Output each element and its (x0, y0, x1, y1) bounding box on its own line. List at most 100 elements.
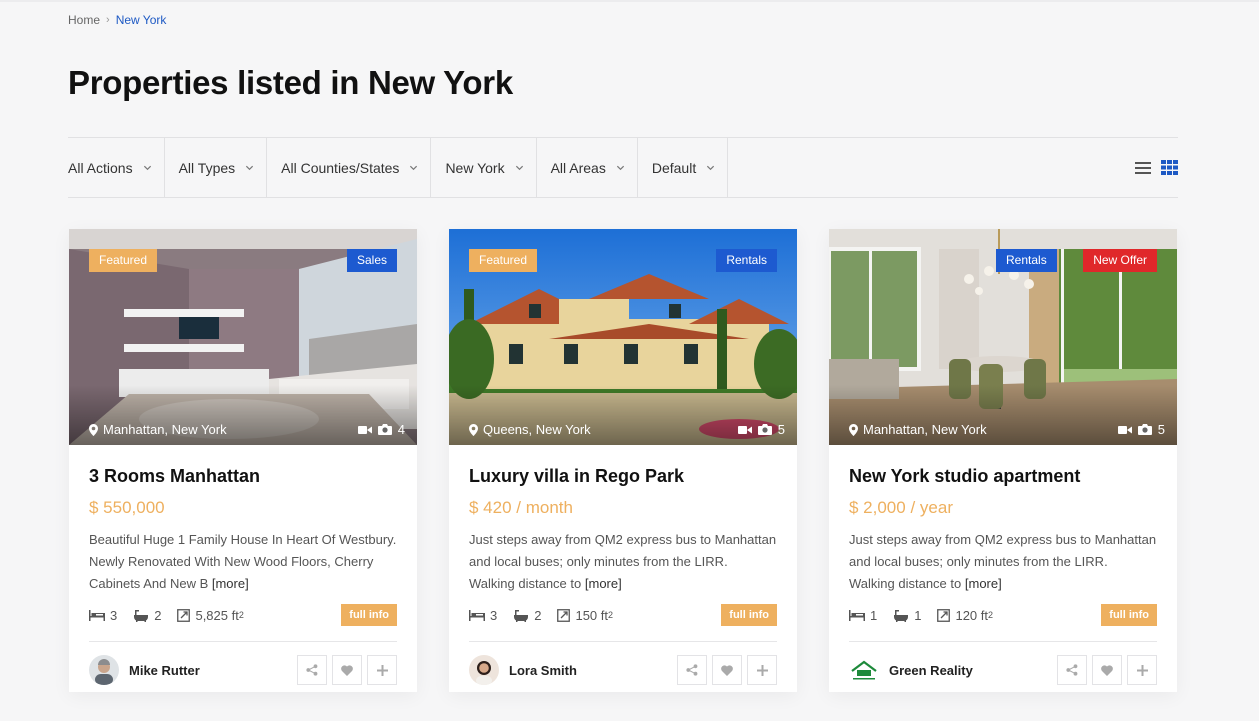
top-border (0, 0, 1259, 2)
bed-icon (849, 609, 865, 621)
breadcrumb-home[interactable]: Home (68, 13, 100, 27)
filter-label: Default (651, 159, 697, 176)
area-icon (937, 608, 951, 622)
chevron-down-icon (410, 165, 418, 171)
filter-sort[interactable]: Default (638, 138, 729, 197)
filter-label: New York (445, 159, 505, 176)
property-title[interactable]: New York studio apartment (849, 466, 1157, 487)
video-icon (357, 425, 372, 434)
share-button[interactable] (297, 655, 327, 685)
baths-count: 2 (534, 607, 542, 623)
media-count[interactable]: 5 (737, 422, 785, 437)
property-photo[interactable]: Featured Rentals Queens, New York 5 (449, 229, 797, 445)
baths-count: 1 (914, 607, 922, 623)
compare-button[interactable] (1127, 655, 1157, 685)
area-stat: 5,825 ft 2 (177, 607, 244, 623)
location[interactable]: Manhattan, New York (849, 422, 987, 437)
location[interactable]: Manhattan, New York (89, 422, 227, 437)
compare-button[interactable] (367, 655, 397, 685)
filter-types[interactable]: All Types (165, 138, 268, 197)
card-actions (677, 655, 777, 685)
map-pin-icon (89, 423, 98, 436)
share-icon (686, 664, 698, 676)
full-info-button[interactable]: full info (721, 604, 777, 626)
more-link[interactable]: [more] (965, 576, 1002, 591)
list-view-icon[interactable] (1134, 159, 1152, 177)
beds-count: 1 (870, 607, 878, 623)
media-count[interactable]: 4 (357, 422, 405, 437)
filter-label: All Actions (68, 159, 133, 176)
property-photo[interactable]: Featured Sales Manhattan, New York 4 (69, 229, 417, 445)
property-stats: 1 1 120 ft 2 full info (849, 602, 1157, 628)
agent-name[interactable]: Lora Smith (509, 663, 577, 678)
map-pin-icon (849, 423, 858, 436)
property-card: Featured Rentals Queens, New York 5 Luxu… (449, 229, 797, 692)
page-title: Properties listed in New York (68, 64, 513, 101)
area-value: 5,825 ft (195, 607, 239, 623)
featured-badge: Featured (469, 249, 538, 272)
grid-view-icon[interactable] (1160, 159, 1178, 177)
location[interactable]: Queens, New York (469, 422, 591, 437)
bed-icon (469, 609, 485, 621)
compare-button[interactable] (747, 655, 777, 685)
agency-logo[interactable] (849, 655, 879, 685)
property-title[interactable]: 3 Rooms Manhattan (89, 466, 397, 487)
avatar[interactable] (89, 655, 119, 685)
plus-icon (376, 664, 388, 676)
filter-bar: All Actions All Types All Counties/State… (68, 137, 1178, 198)
avatar[interactable] (469, 655, 499, 685)
property-card: Rentals New Offer Manhattan, New York 5 … (829, 229, 1177, 692)
filter-city[interactable]: New York (431, 138, 537, 197)
baths-stat: 2 (513, 608, 541, 623)
filter-actions[interactable]: All Actions (68, 138, 165, 197)
more-link[interactable]: [more] (585, 576, 622, 591)
property-card: Featured Sales Manhattan, New York 4 3 R… (69, 229, 417, 692)
property-price: $ 550,000 (89, 498, 397, 518)
full-info-button[interactable]: full info (1101, 604, 1157, 626)
area-value: 150 ft (575, 607, 608, 623)
chevron-down-icon (616, 165, 624, 171)
property-photo[interactable]: Rentals New Offer Manhattan, New York 5 (829, 229, 1177, 445)
photo-count: 5 (1157, 422, 1165, 437)
price-amount: $ 2,000 (849, 498, 906, 517)
share-button[interactable] (1057, 655, 1087, 685)
favorite-button[interactable] (712, 655, 742, 685)
media-count[interactable]: 5 (1117, 422, 1165, 437)
offer-badge: New Offer (1083, 249, 1157, 272)
filter-label: All Areas (550, 159, 606, 176)
more-link[interactable]: [more] (212, 576, 249, 591)
heart-icon (1101, 664, 1113, 676)
plus-icon (1136, 664, 1148, 676)
beds-count: 3 (110, 607, 118, 623)
price-period: / month (511, 498, 573, 517)
beds-count: 3 (490, 607, 498, 623)
baths-count: 2 (154, 607, 162, 623)
property-title[interactable]: Luxury villa in Rego Park (469, 466, 777, 487)
agent-row: Mike Rutter (89, 642, 397, 698)
property-stats: 3 2 150 ft 2 full info (469, 602, 777, 628)
baths-stat: 1 (893, 608, 921, 623)
share-button[interactable] (677, 655, 707, 685)
property-grid: Featured Sales Manhattan, New York 4 3 R… (69, 229, 1177, 692)
full-info-button[interactable]: full info (341, 604, 397, 626)
breadcrumb-current[interactable]: New York (116, 13, 167, 27)
heart-icon (341, 664, 353, 676)
bath-icon (134, 609, 149, 622)
area-stat: 150 ft 2 (557, 608, 613, 623)
video-icon (737, 425, 752, 434)
chevron-right-icon: › (106, 14, 110, 26)
favorite-button[interactable] (1092, 655, 1122, 685)
camera-icon (1137, 424, 1152, 435)
filter-counties[interactable]: All Counties/States (267, 138, 432, 197)
property-description: Just steps away from QM2 express bus to … (469, 529, 777, 595)
favorite-button[interactable] (332, 655, 362, 685)
filter-areas[interactable]: All Areas (537, 138, 638, 197)
beds-stat: 3 (89, 608, 117, 623)
bath-icon (514, 609, 529, 622)
agent-name[interactable]: Green Reality (889, 663, 973, 678)
card-actions (297, 655, 397, 685)
bed-icon (89, 609, 105, 621)
agent-name[interactable]: Mike Rutter (129, 663, 200, 678)
map-pin-icon (469, 423, 478, 436)
heart-icon (721, 664, 733, 676)
